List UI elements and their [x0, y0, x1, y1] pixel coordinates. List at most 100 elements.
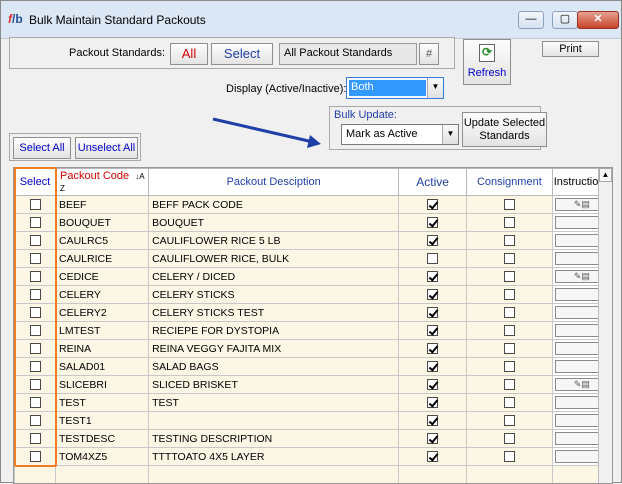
- row-select-checkbox[interactable]: [29, 433, 41, 445]
- row-select-checkbox-cell[interactable]: [14, 231, 57, 250]
- packout-code-cell[interactable]: BEEF: [55, 195, 150, 214]
- row-select-checkbox[interactable]: [29, 451, 41, 463]
- active-checkbox[interactable]: [427, 217, 439, 229]
- active-checkbox-cell[interactable]: [398, 267, 468, 286]
- packout-description-cell[interactable]: RECIEPE FOR DYSTOPIA: [148, 321, 400, 340]
- consignment-checkbox-cell[interactable]: [466, 267, 553, 286]
- consignment-checkbox[interactable]: [503, 379, 515, 391]
- consignment-checkbox[interactable]: [503, 433, 515, 445]
- all-standards-button[interactable]: All: [170, 43, 208, 65]
- close-button[interactable]: ✕: [577, 11, 619, 29]
- packout-code-cell[interactable]: SLICEBRI: [55, 375, 150, 394]
- row-select-checkbox-cell[interactable]: [14, 321, 57, 340]
- packout-description-cell[interactable]: TESTING DESCRIPTION: [148, 429, 400, 448]
- active-checkbox-cell[interactable]: [398, 249, 468, 268]
- row-select-checkbox-cell[interactable]: [14, 339, 57, 358]
- row-select-checkbox-cell[interactable]: [14, 285, 57, 304]
- consignment-checkbox-cell[interactable]: [466, 285, 553, 304]
- active-checkbox-cell[interactable]: [398, 303, 468, 322]
- consignment-checkbox-cell[interactable]: [466, 357, 553, 376]
- packout-code-cell[interactable]: CAULRICE: [55, 249, 150, 268]
- row-select-checkbox-cell[interactable]: [14, 429, 57, 448]
- consignment-checkbox[interactable]: [503, 271, 515, 283]
- consignment-checkbox-cell[interactable]: [466, 339, 553, 358]
- row-select-checkbox-cell[interactable]: [14, 393, 57, 412]
- display-select[interactable]: Both ▼: [346, 77, 444, 99]
- active-checkbox[interactable]: [427, 307, 439, 319]
- active-checkbox[interactable]: [427, 271, 439, 283]
- consignment-checkbox-cell[interactable]: [466, 411, 553, 430]
- active-checkbox-cell[interactable]: [398, 213, 468, 232]
- row-select-checkbox-cell[interactable]: [14, 213, 57, 232]
- active-checkbox-cell[interactable]: [398, 411, 468, 430]
- select-all-button[interactable]: Select All: [13, 137, 71, 159]
- row-select-checkbox[interactable]: [29, 361, 41, 373]
- row-select-checkbox[interactable]: [29, 325, 41, 337]
- packout-code-cell[interactable]: REINA: [55, 339, 150, 358]
- packout-description-cell[interactable]: TTTTOATO 4X5 LAYER: [148, 447, 400, 466]
- consignment-checkbox[interactable]: [503, 199, 515, 211]
- row-select-checkbox[interactable]: [29, 289, 41, 301]
- chevron-down-icon[interactable]: ▼: [442, 125, 458, 144]
- active-checkbox[interactable]: [427, 361, 439, 373]
- packout-description-cell[interactable]: SLICED BRISKET: [148, 375, 400, 394]
- active-checkbox[interactable]: [427, 325, 439, 337]
- active-checkbox-cell[interactable]: [398, 447, 468, 466]
- scroll-up-icon[interactable]: ▲: [599, 168, 612, 182]
- vertical-scrollbar[interactable]: ▲: [598, 168, 612, 483]
- packout-description-cell[interactable]: CAULIFLOWER RICE 5 LB: [148, 231, 400, 250]
- consignment-checkbox[interactable]: [503, 415, 515, 427]
- active-checkbox-cell[interactable]: [398, 393, 468, 412]
- row-select-checkbox[interactable]: [29, 199, 41, 211]
- update-selected-button[interactable]: Update Selected Standards: [462, 112, 547, 147]
- active-checkbox[interactable]: [427, 343, 439, 355]
- consignment-checkbox-cell[interactable]: [466, 375, 553, 394]
- consignment-checkbox[interactable]: [503, 343, 515, 355]
- consignment-checkbox-cell[interactable]: [466, 429, 553, 448]
- select-column-header[interactable]: Select: [14, 168, 57, 196]
- active-checkbox-cell[interactable]: [398, 429, 468, 448]
- packout-code-cell[interactable]: TEST1: [55, 411, 150, 430]
- packout-description-cell[interactable]: REINA VEGGY FAJITA MIX: [148, 339, 400, 358]
- packout-code-cell[interactable]: CAULRC5: [55, 231, 150, 250]
- packout-code-cell[interactable]: LMTEST: [55, 321, 150, 340]
- row-select-checkbox[interactable]: [29, 271, 41, 283]
- row-select-checkbox-cell[interactable]: [14, 411, 57, 430]
- consignment-checkbox-cell[interactable]: [466, 231, 553, 250]
- packout-description-cell[interactable]: SALAD BAGS: [148, 357, 400, 376]
- consignment-column-header[interactable]: Consignment: [466, 168, 553, 196]
- packout-code-cell[interactable]: TOM4XZ5: [55, 447, 150, 466]
- active-column-header[interactable]: Active: [398, 168, 468, 196]
- row-select-checkbox[interactable]: [29, 307, 41, 319]
- packout-description-cell[interactable]: CELERY STICKS: [148, 285, 400, 304]
- active-checkbox[interactable]: [427, 397, 439, 409]
- row-select-checkbox[interactable]: [29, 343, 41, 355]
- hash-button[interactable]: #: [419, 43, 439, 65]
- consignment-checkbox-cell[interactable]: [466, 321, 553, 340]
- consignment-checkbox[interactable]: [503, 289, 515, 301]
- maximize-button[interactable]: ▢: [552, 11, 578, 29]
- active-checkbox-cell[interactable]: [398, 285, 468, 304]
- consignment-checkbox[interactable]: [503, 217, 515, 229]
- consignment-checkbox-cell[interactable]: [466, 195, 553, 214]
- consignment-checkbox[interactable]: [503, 325, 515, 337]
- active-checkbox[interactable]: [427, 379, 439, 391]
- packout-description-cell[interactable]: CELERY / DICED: [148, 267, 400, 286]
- refresh-button[interactable]: ⟳ Refresh: [463, 39, 511, 85]
- row-select-checkbox[interactable]: [29, 379, 41, 391]
- packout-code-cell[interactable]: CELERY: [55, 285, 150, 304]
- row-select-checkbox-cell[interactable]: [14, 303, 57, 322]
- active-checkbox-cell[interactable]: [398, 195, 468, 214]
- row-select-checkbox-cell[interactable]: [14, 375, 57, 394]
- consignment-checkbox[interactable]: [503, 235, 515, 247]
- consignment-checkbox-cell[interactable]: [466, 213, 553, 232]
- consignment-checkbox[interactable]: [503, 253, 515, 265]
- row-select-checkbox[interactable]: [29, 235, 41, 247]
- active-checkbox-cell[interactable]: [398, 339, 468, 358]
- consignment-checkbox-cell[interactable]: [466, 393, 553, 412]
- row-select-checkbox[interactable]: [29, 253, 41, 265]
- standards-field[interactable]: All Packout Standards: [279, 43, 417, 65]
- row-select-checkbox[interactable]: [29, 415, 41, 427]
- row-select-checkbox[interactable]: [29, 397, 41, 409]
- packout-code-cell[interactable]: TEST: [55, 393, 150, 412]
